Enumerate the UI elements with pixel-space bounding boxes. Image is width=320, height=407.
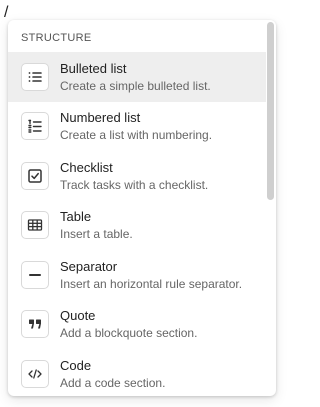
menu-item-list: Bulleted list Create a simple bulleted l… — [8, 52, 266, 396]
menu-item-label: Separator — [60, 258, 118, 274]
menu-item-checklist[interactable]: Checklist Track tasks with a checklist. — [8, 151, 266, 201]
menu-item-table[interactable]: Table Insert a table. — [8, 201, 266, 251]
table-icon — [21, 211, 49, 240]
menu-item-description: Insert a table. — [60, 227, 133, 242]
menu-item-label: Bulleted list — [60, 60, 127, 76]
slash-command-menu: STRUCTURE Bulleted list Create a simple … — [8, 20, 276, 396]
quote-icon — [21, 310, 49, 339]
menu-item-quote[interactable]: Quote Add a blockquote section. — [8, 300, 266, 350]
menu-item-label: Code — [60, 357, 92, 373]
checkbox-icon — [21, 161, 49, 190]
menu-item-description: Create a simple bulleted list. — [60, 78, 211, 93]
menu-item-bulleted-list[interactable]: Bulleted list Create a simple bulleted l… — [8, 52, 266, 102]
menu-item-label: Numbered list — [60, 110, 141, 126]
menu-scrollbar[interactable] — [267, 22, 274, 200]
bulleted-list-icon — [21, 62, 49, 91]
menu-item-separator[interactable]: Separator Insert an horizontal rule sepa… — [8, 250, 266, 300]
menu-item-label: Table — [60, 209, 92, 225]
menu-item-label: Quote — [60, 308, 96, 324]
menu-item-description: Add a code section. — [60, 375, 166, 390]
section-title: STRUCTURE — [21, 32, 92, 44]
menu-item-description: Track tasks with a checklist. — [60, 177, 209, 192]
editor-typed-slash: / — [4, 4, 9, 21]
separator-icon — [21, 260, 49, 289]
menu-item-label: Checklist — [60, 159, 113, 175]
numbered-list-icon — [21, 112, 49, 141]
menu-item-code[interactable]: Code Add a code section. — [8, 349, 266, 396]
menu-item-description: Create a list with numbering. — [60, 128, 213, 143]
code-icon — [21, 359, 49, 388]
menu-item-numbered-list[interactable]: Numbered list Create a list with numberi… — [8, 102, 266, 152]
menu-item-description: Insert an horizontal rule separator. — [60, 276, 243, 291]
menu-item-description: Add a blockquote section. — [60, 326, 198, 341]
